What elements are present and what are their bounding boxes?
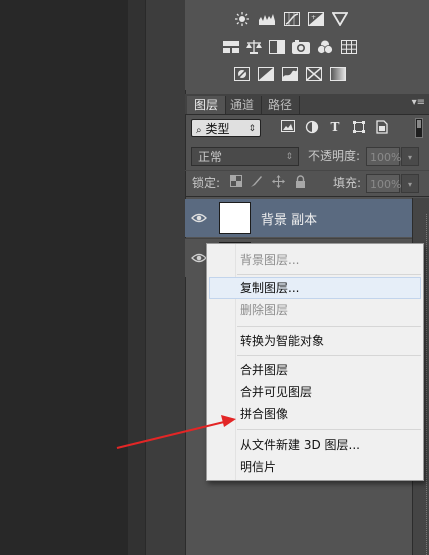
blend-row: 正常 ⇕ 不透明度: 100% ▾	[185, 143, 429, 170]
filter-toggle-switch[interactable]	[415, 118, 423, 138]
menu-separator	[237, 274, 421, 275]
eye-icon[interactable]	[191, 210, 207, 224]
opacity-dropdown-button[interactable]: ▾	[401, 147, 419, 166]
lock-label: 锁定:	[192, 176, 221, 190]
dotted-guide	[426, 214, 428, 555]
panel-dock-strip	[145, 0, 186, 555]
chevron-updown-icon: ⇕	[285, 152, 293, 162]
invert-icon[interactable]	[234, 67, 250, 81]
fill-dropdown-button[interactable]: ▾	[401, 174, 419, 193]
layers-tab-bar: 图层 通道 路径 ▾≡	[185, 94, 429, 115]
shape-filter-icon[interactable]	[352, 120, 366, 134]
lock-row: 锁定: 填充: 100% ▾	[185, 170, 429, 197]
svg-text:+: +	[311, 14, 316, 21]
gradient-map-icon[interactable]	[330, 67, 346, 81]
blend-mode-label: 正常	[198, 150, 223, 164]
canvas-scrollbar[interactable]	[128, 0, 145, 555]
photo-filter-icon[interactable]	[292, 40, 310, 54]
lock-transparent-pixels-icon[interactable]	[229, 175, 242, 188]
fill-input[interactable]: 100%	[366, 174, 401, 193]
adjustment-filter-icon[interactable]	[305, 120, 319, 134]
eye-icon[interactable]	[191, 250, 207, 264]
menu-separator	[237, 326, 421, 327]
posterize-icon[interactable]	[258, 67, 274, 81]
menu-separator	[237, 429, 421, 430]
filter-kind-label: 类型	[205, 122, 230, 136]
panel-menu-icon[interactable]: ▾≡	[412, 97, 425, 108]
hue-saturation-icon[interactable]	[223, 40, 239, 54]
threshold-icon[interactable]	[282, 67, 298, 81]
layer-thumbnail	[219, 202, 251, 234]
layer-name[interactable]: 背景 副本	[261, 209, 317, 228]
exposure-icon[interactable]: +	[308, 12, 324, 26]
tab-layers[interactable]: 图层	[187, 96, 227, 114]
tab-paths[interactable]: 路径	[261, 96, 301, 114]
brightness-icon[interactable]	[234, 12, 250, 26]
opacity-label: 不透明度:	[308, 149, 361, 163]
tab-channels[interactable]: 通道	[223, 96, 263, 114]
context-menu: 背景图层... 复制图层... 删除图层 转换为智能对象 合并图层 合并可见图层…	[206, 243, 424, 481]
menu-item-postcard[interactable]: 明信片	[240, 459, 276, 475]
lock-position-icon[interactable]	[272, 175, 285, 188]
color-lookup-icon[interactable]	[341, 40, 357, 54]
lock-image-pixels-icon[interactable]	[250, 175, 263, 188]
smart-object-filter-icon[interactable]	[375, 120, 389, 134]
layers-divider	[185, 196, 429, 197]
pixel-filter-icon[interactable]	[281, 120, 295, 134]
menu-item-flatten-image[interactable]: 拼合图像	[240, 406, 288, 422]
fill-label: 填充:	[333, 176, 362, 190]
menu-item-merge-layers[interactable]: 合并图层	[240, 362, 288, 378]
search-icon: ⌕	[196, 125, 202, 136]
menu-item-duplicate-layer[interactable]: 复制图层...	[240, 280, 299, 296]
curves-icon[interactable]	[284, 12, 300, 26]
menu-item-background-layer[interactable]: 背景图层...	[240, 252, 299, 268]
document-canvas[interactable]	[0, 0, 128, 555]
type-filter-icon[interactable]: T	[328, 120, 342, 134]
chevron-updown-icon: ⇕	[248, 124, 256, 134]
filter-row: ⌕ 类型 ⇕ T	[185, 115, 429, 143]
adjustments-panel: +	[185, 0, 429, 90]
channel-mixer-icon[interactable]	[317, 40, 333, 54]
blend-mode-select[interactable]: 正常 ⇕	[191, 147, 299, 166]
menu-item-new-3d-layer[interactable]: 从文件新建 3D 图层...	[240, 437, 360, 453]
black-white-icon[interactable]	[269, 40, 285, 54]
levels-icon[interactable]	[258, 12, 275, 26]
menu-separator	[237, 355, 421, 356]
menu-item-convert-smart-object[interactable]: 转换为智能对象	[240, 333, 324, 349]
filter-kind-select[interactable]: ⌕ 类型 ⇕	[191, 119, 261, 137]
opacity-input[interactable]: 100%	[366, 147, 401, 166]
vibrance-icon[interactable]	[332, 12, 348, 26]
selective-color-icon[interactable]	[306, 67, 322, 81]
menu-item-merge-visible[interactable]: 合并可见图层	[240, 384, 312, 400]
layer-row-background-copy[interactable]: 背景 副本	[185, 199, 412, 237]
menu-item-delete-layer[interactable]: 删除图层	[240, 302, 288, 318]
color-balance-icon[interactable]	[246, 40, 262, 54]
lock-all-icon[interactable]	[294, 175, 307, 188]
